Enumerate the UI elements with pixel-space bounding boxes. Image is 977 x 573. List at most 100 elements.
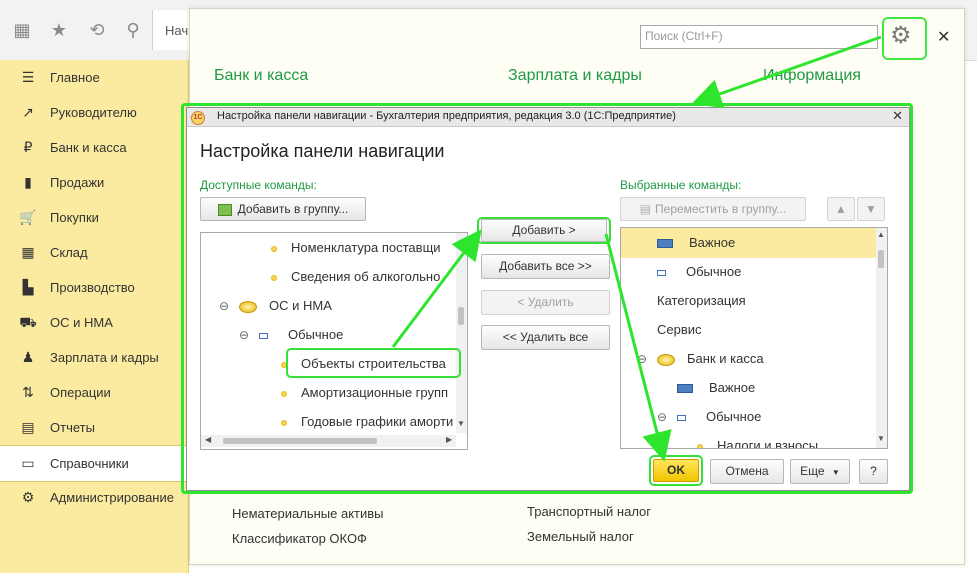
selected-command-row[interactable]: Важное [657, 228, 735, 257]
move-to-group-label: Переместить в группу... [655, 202, 787, 216]
sidebar-item[interactable]: ▙ Производство [0, 270, 188, 305]
selected-command-row[interactable]: Налоги и взносы [697, 431, 819, 449]
section-heading-bank[interactable]: Банк и касса [214, 67, 308, 85]
sidebar-item-label: Зарплата и кадры [50, 350, 159, 365]
sidebar-item-label: ОС и НМА [50, 315, 113, 330]
sidebar-item[interactable]: ☰ Главное [0, 60, 188, 95]
available-vscrollbar[interactable]: ▼ [456, 233, 467, 433]
arrow-up-icon: ▲ [835, 202, 847, 216]
section-heading-salary[interactable]: Зарплата и кадры [508, 67, 642, 85]
add-all-button[interactable]: Добавить все >> [481, 254, 610, 279]
sidebar-item[interactable]: ⛟ ОС и НМА [0, 305, 188, 340]
search-icon[interactable]: ⚲ [121, 18, 145, 42]
scroll-down-icon[interactable]: ▼ [877, 434, 885, 443]
selected-vscroll-thumb[interactable] [878, 250, 884, 268]
move-down-button[interactable]: ▼ [857, 197, 885, 221]
sidebar-item[interactable]: 🛒 Покупки [0, 200, 188, 235]
add-group-icon [217, 203, 232, 216]
scroll-right-icon[interactable]: ▶ [446, 435, 452, 444]
available-command-row[interactable]: ⊖ ОС и НМА [219, 291, 332, 320]
sidebar-item-label: Администрирование [50, 490, 174, 505]
more-button[interactable]: Еще ▼ [790, 459, 850, 484]
group-folder-icon [657, 353, 675, 366]
dialog-titlebar: 1С Настройка панели навигации - Бухгалте… [187, 108, 909, 127]
selected-command-label: Сервис [657, 322, 702, 337]
dialog-close-icon[interactable]: ✕ [892, 108, 903, 124]
available-command-row[interactable]: Сведения об алкогольно [271, 262, 440, 291]
selected-command-row[interactable]: Сервис [657, 315, 702, 344]
sidebar-item[interactable]: ₽ Банк и касса [0, 130, 188, 165]
remove-button[interactable]: < Удалить [481, 290, 610, 315]
available-hscroll-thumb[interactable] [223, 438, 377, 444]
collapse-icon[interactable]: ⊖ [637, 345, 647, 374]
scroll-left-icon[interactable]: ◀ [205, 435, 211, 444]
important-group-icon [677, 384, 693, 394]
scroll-down-icon[interactable]: ▼ [457, 419, 465, 428]
selected-command-row[interactable]: ⊖ Обычное [657, 402, 761, 431]
selected-command-row[interactable]: ⊖ Банк и касса [637, 344, 764, 373]
history-icon[interactable]: ⟲ [85, 18, 109, 42]
sidebar-item[interactable]: ▭ Справочники [0, 445, 188, 482]
section-heading-info[interactable]: Информация [763, 67, 861, 85]
available-command-row[interactable]: Номенклатура поставщи [271, 233, 441, 262]
search-placeholder: Поиск (Ctrl+F) [645, 29, 723, 43]
available-command-label: Амортизационные групп [301, 385, 449, 400]
sidebar-item-label: Отчеты [50, 420, 95, 435]
sidebar-item[interactable]: ⇅ Операции [0, 375, 188, 410]
available-command-row[interactable]: Годовые графики аморти [281, 407, 453, 436]
selected-command-row[interactable]: Важное [677, 373, 755, 402]
search-input[interactable]: Поиск (Ctrl+F) [640, 25, 878, 49]
selected-command-label: Важное [709, 380, 756, 395]
help-button[interactable]: ? [859, 459, 888, 484]
debit-credit-icon: ⇅ [22, 384, 34, 400]
sidebar-item[interactable]: ⚙ Администрирование [0, 480, 188, 515]
add-to-group-button[interactable]: Добавить в группу... [200, 197, 366, 221]
command-dot-icon [281, 419, 287, 426]
collapse-icon[interactable]: ⊖ [657, 403, 667, 432]
collapse-icon[interactable]: ⊖ [239, 321, 249, 350]
move-to-group-button[interactable]: ▤ Переместить в группу... [620, 197, 806, 221]
sidebar-item[interactable]: ↗ Руководителю [0, 95, 188, 130]
sidebar-item[interactable]: ▦ Склад [0, 235, 188, 270]
available-command-row[interactable]: ⊖ Обычное [239, 320, 343, 349]
add-to-group-label: Добавить в группу... [237, 202, 349, 216]
collapse-icon[interactable]: ⊖ [219, 292, 229, 321]
settings-gear-icon[interactable]: ⚙ [890, 21, 912, 50]
link-land-tax[interactable]: Земельный налог [527, 529, 634, 544]
sidebar-item[interactable]: ♟ Зарплата и кадры [0, 340, 188, 375]
sidebar-item-label: Склад [50, 245, 88, 260]
link-transport-tax[interactable]: Транспортный налог [527, 504, 651, 519]
star-icon[interactable]: ★ [47, 18, 71, 42]
sidebar-item[interactable]: ▮ Продажи [0, 165, 188, 200]
apps-grid-icon[interactable]: ▦ [10, 18, 34, 42]
remove-all-button[interactable]: << Удалить все [481, 325, 610, 350]
available-commands-list[interactable]: Номенклатура поставщи Сведения об алкогол… [200, 232, 468, 450]
link-okof-classifier[interactable]: Классификатор ОКОФ [232, 531, 367, 546]
ok-button[interactable]: OK [653, 459, 699, 482]
selected-command-label: Категоризация [657, 293, 746, 308]
cancel-button[interactable]: Отмена [710, 459, 784, 484]
chevron-down-icon: ▼ [831, 468, 840, 477]
command-dot-icon [281, 390, 287, 397]
sidebar-item-label: Справочники [50, 456, 129, 471]
add-button[interactable]: Добавить > [481, 219, 607, 242]
command-dot-icon [271, 245, 277, 252]
sidebar-item[interactable]: ▤ Отчеты [0, 410, 188, 445]
move-up-button[interactable]: ▲ [827, 197, 855, 221]
book-icon: ▭ [21, 455, 35, 471]
selected-vscrollbar[interactable]: ▲ ▼ [876, 228, 887, 448]
close-icon[interactable]: ✕ [937, 27, 950, 47]
selected-command-row[interactable]: Обычное [657, 257, 741, 286]
available-command-row[interactable]: Амортизационные групп [281, 378, 448, 407]
selected-command-row[interactable]: Категоризация [657, 286, 746, 315]
sidebar-item-label: Покупки [50, 210, 99, 225]
group-folder-icon [239, 300, 257, 313]
selected-commands-label: Выбранные команды: [620, 178, 742, 192]
selected-commands-list[interactable]: Важное Обычное Категоризация Сервис ⊖ Банк и … [620, 227, 888, 449]
person-icon: ♟ [21, 349, 35, 365]
selected-command-label: Налоги и взносы [717, 438, 819, 449]
available-hscrollbar[interactable]: ◀ ▶ [201, 435, 456, 447]
available-vscroll-thumb[interactable] [458, 307, 464, 325]
link-intangible-assets[interactable]: Нематериальные активы [232, 506, 384, 521]
scroll-up-icon[interactable]: ▲ [877, 230, 885, 239]
